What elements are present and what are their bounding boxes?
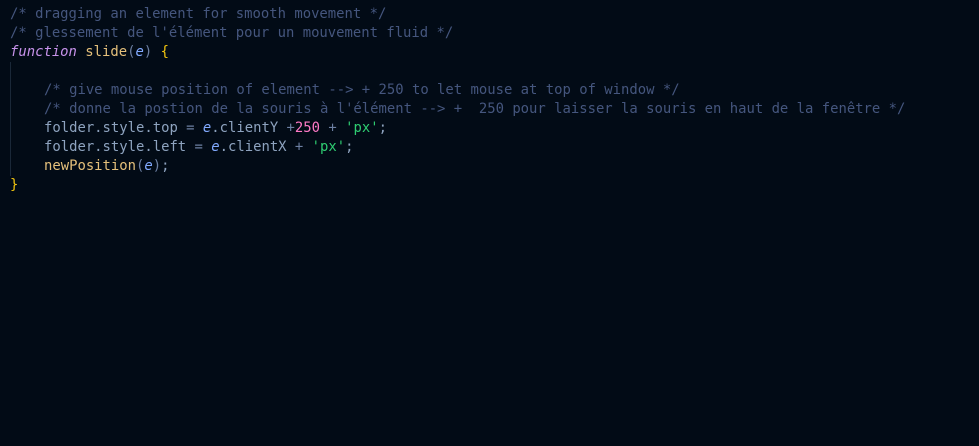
code-line-3: function slide(e) {	[0, 43, 979, 62]
string-literal: 'px'	[345, 120, 379, 136]
number-literal: 250	[294, 120, 321, 136]
operator: =	[186, 139, 212, 155]
property-access: folder.style.left	[44, 139, 187, 155]
keyword-function: function	[10, 44, 77, 60]
code-line-9: newPosition(e);	[0, 157, 979, 176]
parameter: e	[144, 158, 153, 174]
property-access: folder.style.top	[44, 120, 178, 136]
paren: )	[143, 44, 153, 60]
code-line-8: folder.style.left = e.clientX + 'px';	[0, 138, 979, 157]
code-line-10: }	[0, 176, 979, 195]
property: .clientX	[219, 139, 287, 155]
parameter: e	[135, 44, 144, 60]
comment: /* dragging an element for smooth moveme…	[10, 6, 387, 22]
operator: +	[278, 120, 295, 136]
code-line-1: /* dragging an element for smooth moveme…	[0, 5, 979, 24]
comment: /* glessement de l'élément pour un mouve…	[10, 25, 454, 41]
code-line-2: /* glessement de l'élément pour un mouve…	[0, 24, 979, 43]
operator: +	[286, 139, 312, 155]
function-name: slide	[85, 44, 128, 60]
code-line-6: /* donne la postion de la souris à l'élé…	[0, 100, 979, 119]
operator: =	[177, 120, 203, 136]
comment: /* donne la postion de la souris à l'élé…	[44, 101, 906, 117]
parameter: e	[211, 139, 220, 155]
code-editor[interactable]: /* dragging an element for smooth moveme…	[0, 0, 979, 446]
close-brace: }	[10, 177, 19, 193]
semicolon: ;	[345, 139, 354, 155]
code-line-5: /* give mouse position of element --> + …	[0, 81, 979, 100]
semicolon: ;	[161, 158, 170, 174]
paren: )	[152, 158, 162, 174]
comment: /* give mouse position of element --> + …	[44, 82, 680, 98]
function-call: newPosition	[44, 158, 136, 174]
string-literal: 'px'	[311, 139, 346, 155]
code-line-7: folder.style.top = e.clientY +250 + 'px'…	[0, 119, 979, 138]
operator: +	[320, 120, 346, 136]
semicolon: ;	[378, 120, 387, 136]
open-brace: {	[160, 44, 169, 60]
property: .clientY	[211, 120, 279, 136]
